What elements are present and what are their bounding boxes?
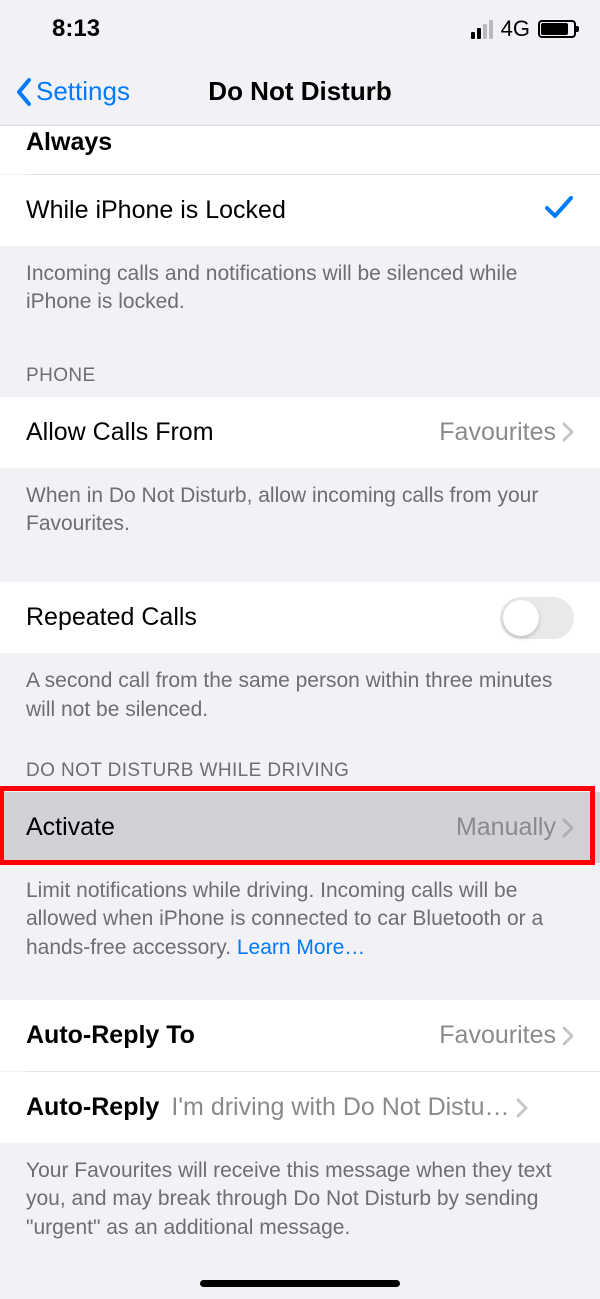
status-right: 4G	[471, 16, 576, 42]
signal-icon	[471, 20, 493, 39]
row-activate[interactable]: Activate Manually	[0, 792, 600, 863]
footer-auto-reply: Your Favourites will receive this messag…	[0, 1143, 600, 1250]
label-auto-reply: Auto-Reply	[26, 1093, 159, 1122]
status-time: 8:13	[52, 15, 100, 43]
row-auto-reply[interactable]: Auto-Reply I'm driving with Do Not Distu…	[0, 1072, 600, 1143]
back-button[interactable]: Settings	[14, 76, 130, 107]
value-auto-reply-to: Favourites	[439, 1021, 562, 1050]
chevron-right-icon	[562, 818, 574, 838]
toggle-repeated-calls[interactable]	[500, 597, 574, 639]
footer-locked: Incoming calls and notifications will be…	[0, 246, 600, 325]
label-always: Always	[26, 128, 112, 157]
chevron-left-icon	[14, 77, 32, 107]
value-auto-reply: I'm driving with Do Not Distu…	[171, 1093, 515, 1122]
chevron-right-icon	[562, 422, 574, 442]
back-label: Settings	[36, 76, 130, 107]
label-activate: Activate	[26, 813, 115, 842]
value-allow-calls: Favourites	[439, 418, 562, 447]
footer-repeated: A second call from the same person withi…	[0, 653, 600, 732]
value-activate: Manually	[456, 813, 562, 842]
nav-bar: Settings Do Not Disturb	[0, 58, 600, 126]
label-while-locked: While iPhone is Locked	[26, 196, 286, 225]
footer-allow-calls: When in Do Not Disturb, allow incoming c…	[0, 468, 600, 547]
home-indicator[interactable]	[200, 1280, 400, 1287]
section-header-driving: DO NOT DISTURB WHILE DRIVING	[0, 732, 600, 792]
label-auto-reply-to: Auto-Reply To	[26, 1021, 195, 1050]
label-allow-calls: Allow Calls From	[26, 418, 214, 447]
section-header-phone: PHONE	[0, 325, 600, 397]
page-title: Do Not Disturb	[208, 76, 391, 107]
status-bar: 8:13 4G	[0, 0, 600, 58]
checkmark-icon	[544, 194, 574, 227]
row-while-locked[interactable]: While iPhone is Locked	[0, 175, 600, 246]
network-label: 4G	[501, 16, 530, 42]
label-repeated-calls: Repeated Calls	[26, 603, 197, 632]
learn-more-link[interactable]: Learn More…	[237, 936, 365, 959]
chevron-right-icon	[516, 1098, 528, 1118]
row-auto-reply-to[interactable]: Auto-Reply To Favourites	[0, 1000, 600, 1071]
row-allow-calls-from[interactable]: Allow Calls From Favourites	[0, 397, 600, 468]
battery-icon	[538, 20, 576, 38]
footer-driving: Limit notifications while driving. Incom…	[0, 863, 600, 970]
row-repeated-calls[interactable]: Repeated Calls	[0, 582, 600, 653]
row-always[interactable]: Always	[0, 126, 600, 174]
chevron-right-icon	[562, 1026, 574, 1046]
